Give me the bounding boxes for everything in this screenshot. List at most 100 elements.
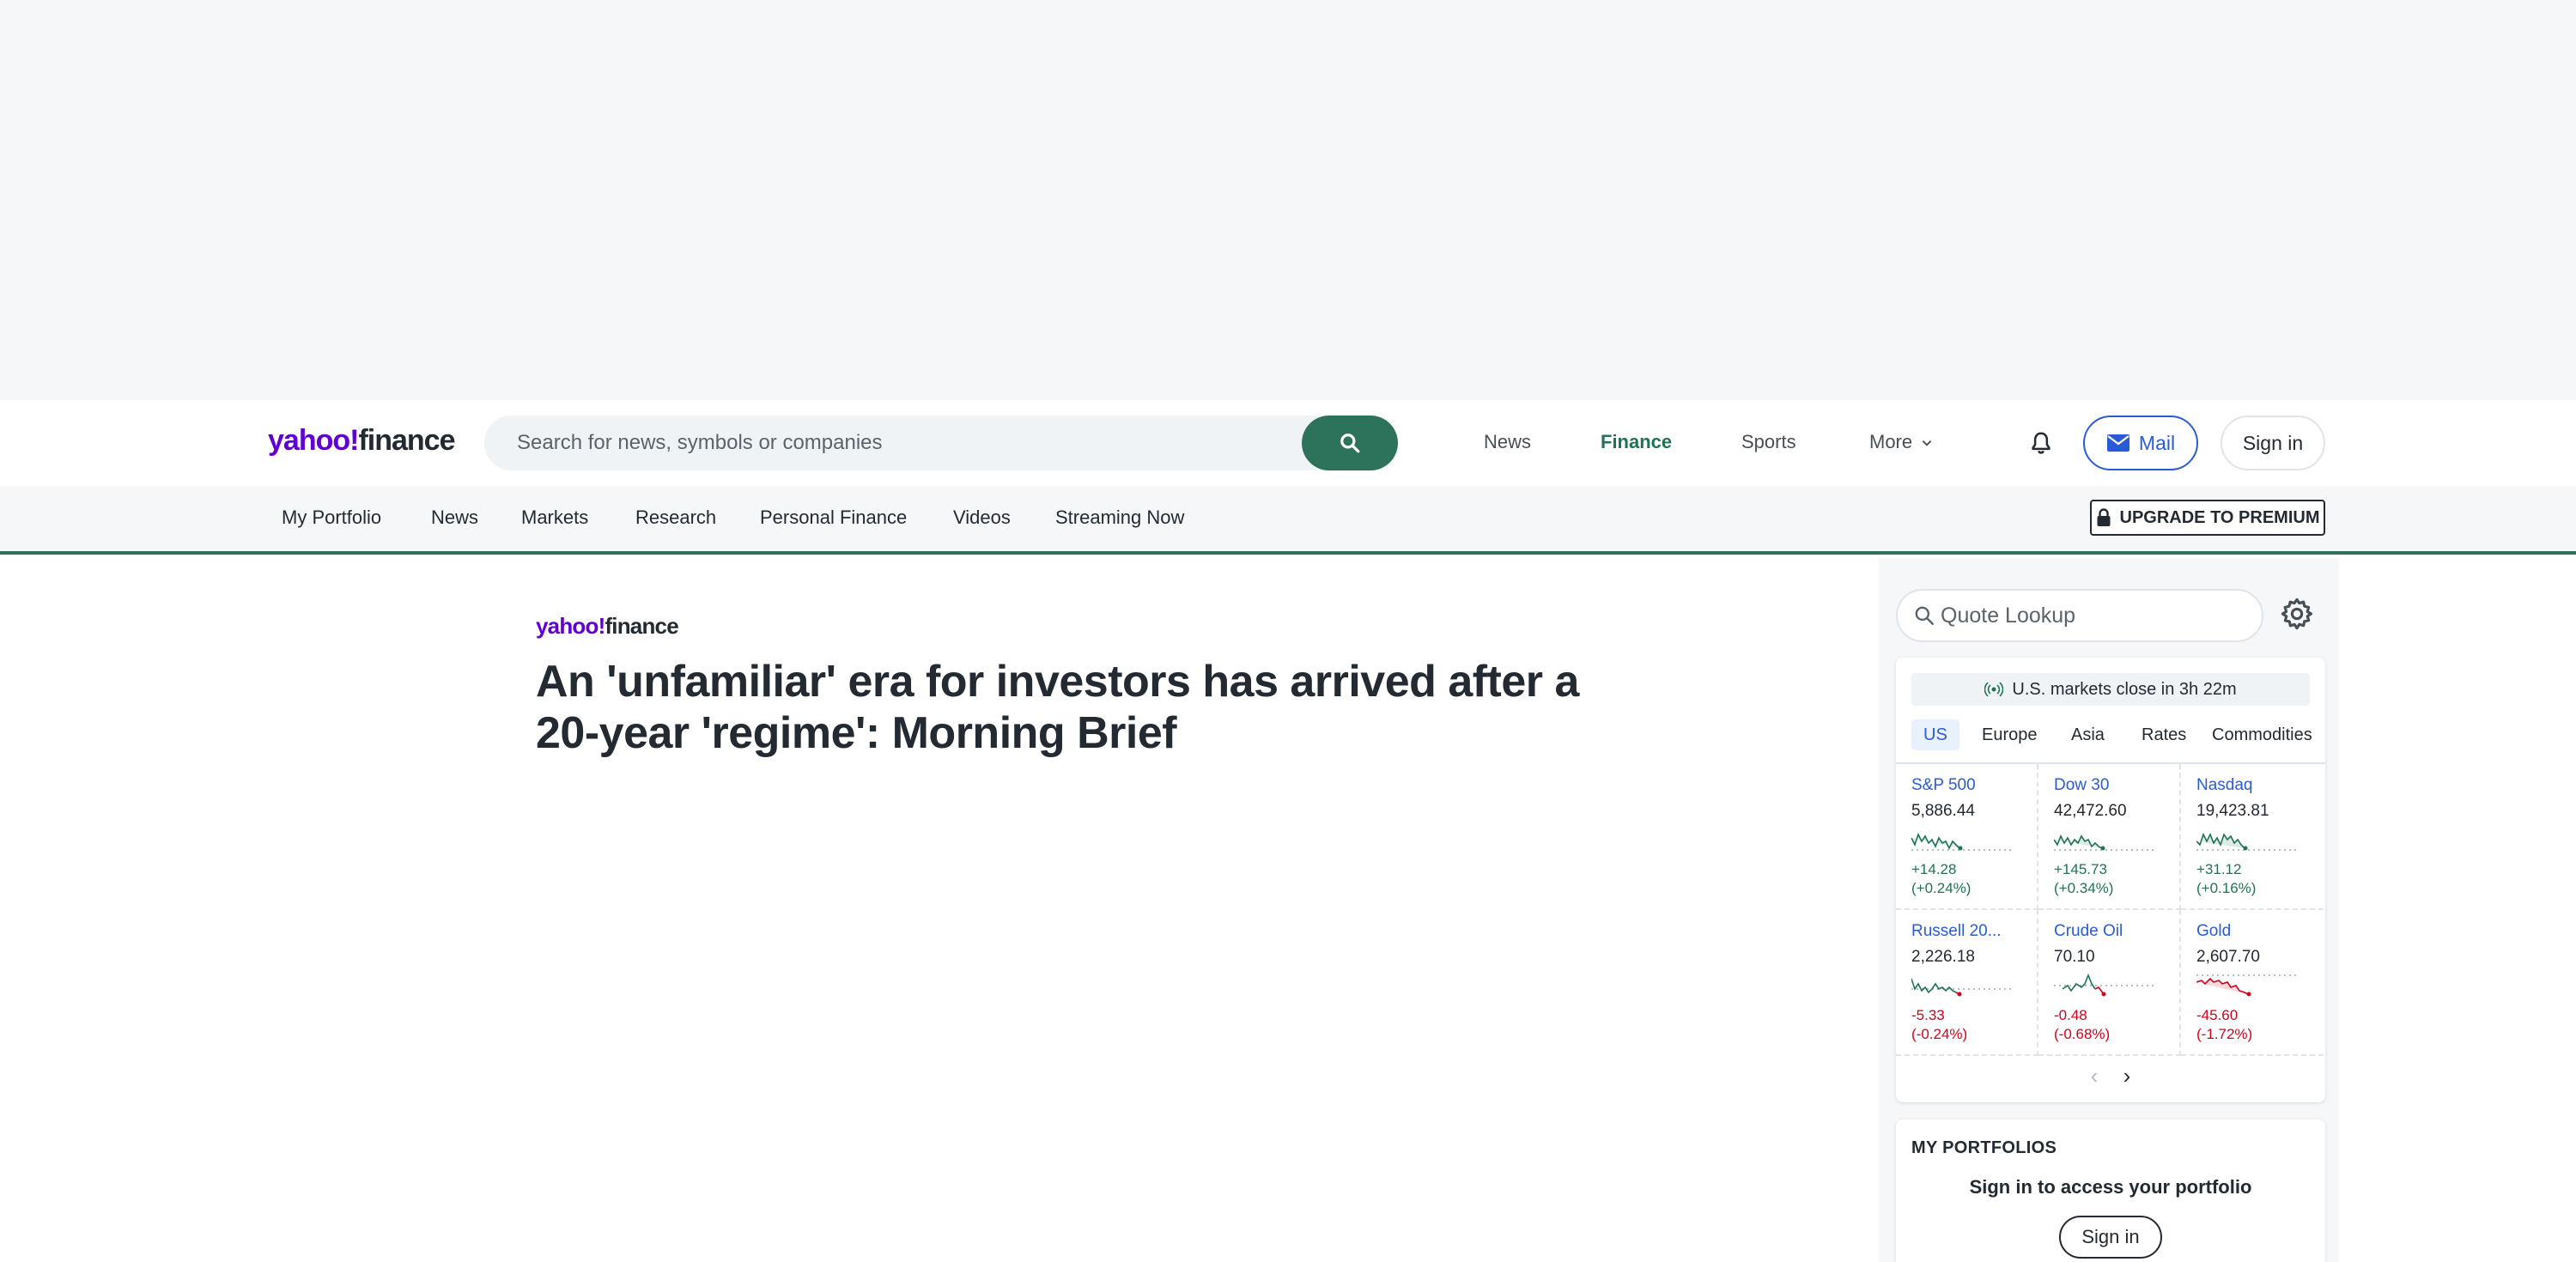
subnav-personal-finance[interactable]: Personal Finance: [760, 507, 907, 529]
mail-button[interactable]: Mail: [2083, 416, 2198, 470]
market-status: U.S. markets close in 3h 22m: [1911, 673, 2310, 706]
subnav-research[interactable]: Research: [635, 507, 716, 529]
source-finance-text: finance: [605, 613, 678, 639]
market-price: 42,472.60: [2054, 802, 2127, 820]
nav-more-label: More: [1869, 431, 1913, 452]
tab-asia[interactable]: Asia: [2059, 719, 2117, 750]
ad-placeholder: [0, 0, 2576, 400]
site-header: yahoo!finance News Finance Sports More M…: [0, 400, 2576, 486]
market-cell[interactable]: Russell 20... 2,226.18 -5.33 (-0.24%): [1896, 910, 2038, 1056]
tab-us[interactable]: US: [1911, 719, 1959, 750]
search-input[interactable]: [484, 416, 1300, 470]
chevron-right-icon[interactable]: ›: [2119, 1063, 2135, 1089]
market-change: +31.12 (+0.16%): [2196, 860, 2324, 898]
market-change: -45.60 (-1.72%): [2196, 1006, 2324, 1044]
live-signal-icon: [1984, 682, 2004, 697]
market-change-pct: (-1.72%): [2196, 1026, 2253, 1042]
gear-icon[interactable]: [2279, 596, 2315, 632]
market-change-value: -0.48: [2054, 1007, 2087, 1023]
market-name: Nasdaq: [2196, 776, 2253, 794]
portfolio-sign-in-button[interactable]: Sign in: [2059, 1216, 2162, 1259]
market-change-value: +31.12: [2196, 861, 2242, 877]
sparkline: [2054, 973, 2157, 997]
sign-in-button[interactable]: Sign in: [2221, 416, 2325, 470]
search-bar: [484, 416, 1398, 470]
subnav-videos[interactable]: Videos: [953, 507, 1011, 529]
market-change-value: +14.28: [1911, 861, 1957, 877]
market-status-text: U.S. markets close in 3h 22m: [2012, 679, 2237, 699]
search-icon: [1915, 606, 1934, 625]
market-price: 70.10: [2054, 948, 2095, 966]
nav-sports[interactable]: Sports: [1741, 431, 1796, 453]
market-price: 2,226.18: [1911, 948, 1975, 966]
markets-card: U.S. markets close in 3h 22m US Europe A…: [1896, 658, 2325, 1102]
market-change-value: -45.60: [2196, 1007, 2239, 1023]
secondary-nav: My Portfolio News Markets Research Perso…: [0, 486, 2576, 555]
search-icon: [1340, 434, 1360, 453]
nav-news[interactable]: News: [1484, 431, 1531, 453]
market-price: 19,423.81: [2196, 802, 2269, 820]
logo-bang: !: [349, 424, 359, 457]
article-title: An 'unfamiliar' era for investors has ar…: [536, 657, 1579, 758]
market-pager: ‹ ›: [1896, 1063, 2325, 1089]
source-yahoo-text: yahoo: [536, 613, 598, 639]
portfolio-card: MY PORTFOLIOS Sign in to access your por…: [1896, 1119, 2325, 1262]
right-sidebar: U.S. markets close in 3h 22m US Europe A…: [1879, 558, 2339, 1262]
subnav-markets[interactable]: Markets: [521, 507, 588, 529]
premium-label: UPGRADE TO PREMIUM: [2119, 507, 2320, 527]
market-change: +145.73 (+0.34%): [2054, 860, 2179, 898]
market-name: S&P 500: [1911, 776, 1976, 794]
portfolio-title: MY PORTFOLIOS: [1911, 1138, 2057, 1157]
tab-europe[interactable]: Europe: [1970, 719, 2050, 750]
market-change-pct: (-0.24%): [1911, 1026, 1968, 1042]
market-change-value: +145.73: [2054, 861, 2107, 877]
subnav-news[interactable]: News: [431, 507, 478, 529]
market-name: Russell 20...: [1911, 922, 2002, 940]
sparkline: [1911, 832, 2014, 851]
market-grid: S&P 500 5,886.44 +14.28 (+0.24%) Dow 30 …: [1896, 762, 2325, 1056]
quote-lookup: [1896, 589, 2263, 642]
market-name: Crude Oil: [2054, 922, 2123, 940]
mail-icon: [2106, 434, 2129, 452]
quote-lookup-input[interactable]: [1941, 591, 2250, 640]
search-button[interactable]: [1302, 416, 1398, 470]
sparkline: [2054, 834, 2157, 851]
subnav-streaming-now[interactable]: Streaming Now: [1055, 507, 1184, 529]
market-change: -0.48 (-0.68%): [2054, 1006, 2179, 1044]
nav-finance[interactable]: Finance: [1601, 431, 1672, 453]
market-change: -5.33 (-0.24%): [1911, 1006, 2037, 1044]
portfolio-subtitle: Sign in to access your portfolio: [1969, 1176, 2252, 1198]
market-cell[interactable]: Dow 30 42,472.60 +145.73 (+0.34%): [2038, 764, 2181, 910]
market-cell[interactable]: Nasdaq 19,423.81 +31.12 (+0.16%): [2181, 764, 2324, 910]
sparkline: [2196, 832, 2300, 851]
market-cell[interactable]: Crude Oil 70.10 -0.48 (-0.68%): [2038, 910, 2181, 1056]
lock-icon: [2097, 508, 2110, 526]
mail-label: Mail: [2138, 431, 2176, 454]
tab-rates[interactable]: Rates: [2129, 719, 2198, 750]
logo-finance-text: finance: [358, 424, 455, 457]
tab-commodities[interactable]: Commodities: [2200, 719, 2324, 750]
chevron-down-icon: [1922, 440, 1932, 446]
chevron-left-icon[interactable]: ‹: [2087, 1063, 2102, 1089]
bell-icon[interactable]: [2028, 429, 2054, 457]
article-source-logo: yahoo!finance: [536, 613, 679, 640]
subnav-my-portfolio[interactable]: My Portfolio: [282, 507, 381, 529]
logo-yahoo-text: yahoo: [268, 424, 350, 457]
market-cell[interactable]: S&P 500 5,886.44 +14.28 (+0.24%): [1896, 764, 2038, 910]
market-change-value: -5.33: [1911, 1007, 1945, 1023]
yahoo-finance-logo[interactable]: yahoo!finance: [268, 424, 456, 458]
market-change: +14.28 (+0.24%): [1911, 860, 2037, 898]
sparkline: [2196, 974, 2300, 997]
market-cell[interactable]: Gold 2,607.70 -45.60 (-1.72%): [2181, 910, 2324, 1056]
upgrade-premium-button[interactable]: UPGRADE TO PREMIUM: [2090, 500, 2325, 536]
market-name: Dow 30: [2054, 776, 2110, 794]
market-change-pct: (+0.34%): [2054, 880, 2114, 896]
market-price: 5,886.44: [1911, 802, 1975, 820]
market-change-pct: (+0.24%): [1911, 880, 1971, 896]
market-name: Gold: [2196, 922, 2232, 940]
market-change-pct: (+0.16%): [2196, 880, 2257, 896]
sparkline: [1911, 978, 2014, 997]
market-change-pct: (-0.68%): [2054, 1026, 2111, 1042]
nav-more[interactable]: More: [1869, 431, 1933, 453]
market-price: 2,607.70: [2196, 948, 2260, 966]
